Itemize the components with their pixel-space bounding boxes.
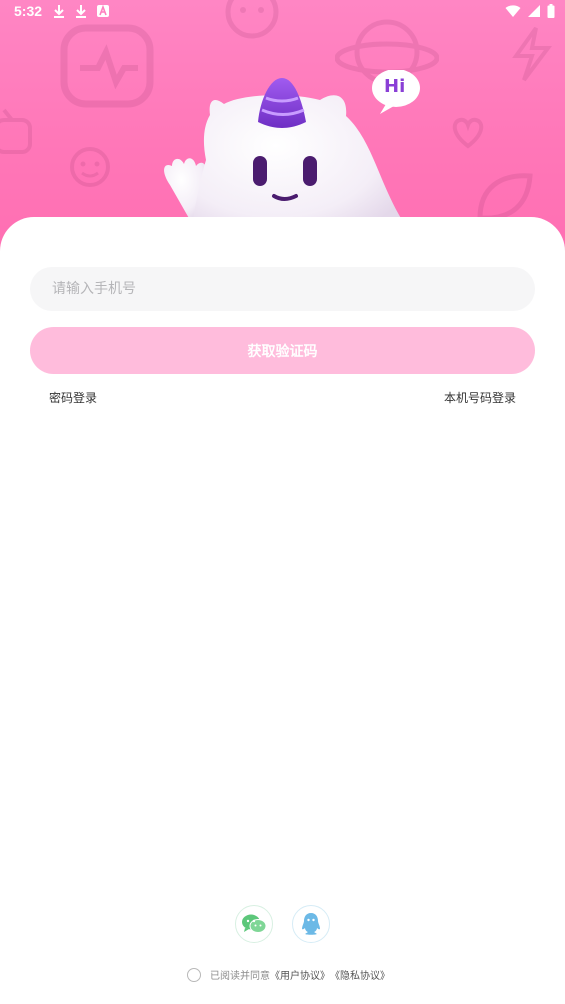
status-time: 5:32 [14,3,43,19]
local-number-login-link[interactable]: 本机号码登录 [444,389,516,406]
smiley-doodle-icon [70,147,110,187]
password-login-link[interactable]: 密码登录 [49,389,97,406]
get-verification-code-button[interactable]: 获取验证码 [30,327,535,374]
phone-number-input[interactable] [30,267,535,311]
wechat-login-button[interactable] [235,905,273,943]
battery-icon [547,4,555,18]
mascot-illustration [164,70,420,240]
font-a-icon [97,4,109,17]
heart-monitor-doodle-icon [60,24,154,108]
agreement-checkbox[interactable] [187,967,201,982]
heart-doodle-icon [452,117,484,149]
agreement-row: 已阅读并同意 《用户协议》 《隐私协议》 [187,967,390,982]
status-bar: 5:32 [0,0,565,24]
tv-doodle-icon [0,108,32,154]
qq-login-button[interactable] [292,905,330,943]
download-icon [54,5,64,18]
wifi-icon [505,5,521,17]
signal-icon [528,5,540,17]
agreement-prefix: 已阅读并同意 [210,971,270,982]
lightning-doodle-icon [512,26,552,82]
user-agreement-link[interactable]: 《用户协议》 [270,967,330,982]
qq-icon [302,913,320,935]
privacy-policy-link[interactable]: 《隐私协议》 [330,967,390,982]
download-icon [76,5,86,18]
hi-bubble-text: Hi [384,76,406,97]
wechat-icon [242,914,267,933]
